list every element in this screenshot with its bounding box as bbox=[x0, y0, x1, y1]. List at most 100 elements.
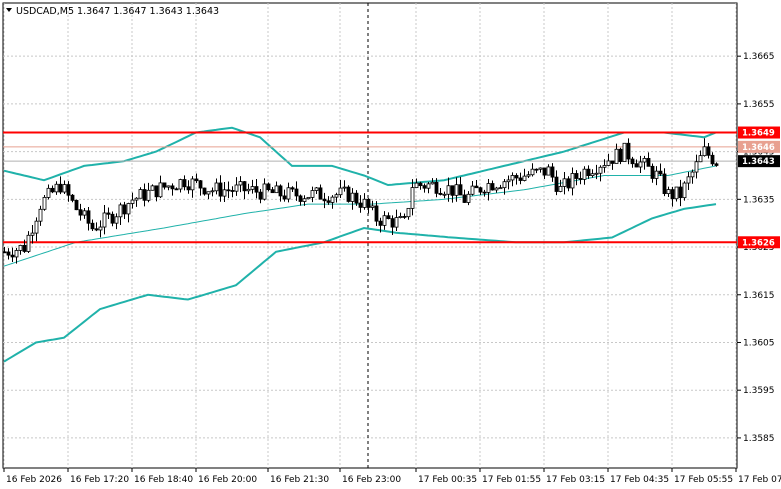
plot-area bbox=[2, 2, 738, 469]
x-tick-label: 17 Feb 07:15 bbox=[738, 475, 781, 485]
x-tick-label: 16 Feb 18:40 bbox=[134, 475, 193, 485]
candle-body bbox=[350, 192, 355, 202]
candle-body bbox=[62, 184, 67, 193]
candle-body bbox=[690, 171, 695, 178]
candle-body bbox=[42, 197, 47, 210]
symbol-header: USDCAD,M5 1.3647 1.3647 1.3643 1.3643 bbox=[16, 6, 219, 17]
x-tick-label: 17 Feb 00:35 bbox=[418, 475, 477, 485]
candle-body bbox=[694, 161, 699, 173]
candle-body bbox=[166, 185, 171, 188]
candle-body bbox=[430, 181, 435, 185]
candle-body bbox=[634, 163, 639, 168]
candle-body bbox=[414, 182, 419, 188]
candle-body bbox=[122, 204, 127, 215]
candle-body bbox=[454, 184, 459, 196]
x-tick-label: 17 Feb 04:35 bbox=[610, 475, 669, 485]
candle-body bbox=[194, 178, 199, 182]
candle-body bbox=[386, 215, 391, 220]
candle-body bbox=[218, 182, 223, 197]
candle-body bbox=[546, 166, 551, 176]
candle-body bbox=[22, 244, 27, 252]
candle-body bbox=[230, 190, 235, 192]
candle-body bbox=[518, 177, 523, 181]
candle-body bbox=[398, 216, 403, 218]
candle-body bbox=[46, 187, 51, 198]
candle-body bbox=[638, 161, 643, 168]
candle-body bbox=[390, 218, 395, 228]
candle-body bbox=[330, 196, 335, 203]
candle-body bbox=[382, 215, 387, 226]
candle-body bbox=[686, 176, 691, 184]
x-tick-label: 16 Feb 23:00 bbox=[342, 475, 401, 485]
candle-body bbox=[550, 166, 555, 178]
y-tick-label: 1.3635 bbox=[743, 195, 775, 205]
candle-body bbox=[422, 185, 427, 189]
candle-body bbox=[706, 146, 711, 156]
candle-body bbox=[630, 158, 635, 165]
candle-body bbox=[586, 168, 591, 177]
candle-body bbox=[406, 207, 411, 218]
candle-body bbox=[466, 193, 471, 203]
y-tick-label: 1.3665 bbox=[743, 52, 775, 62]
level-tag: 1.3649 bbox=[742, 129, 775, 139]
candle-body bbox=[310, 190, 315, 198]
candle-body bbox=[478, 187, 483, 193]
candle-body bbox=[530, 168, 535, 176]
candle-body bbox=[378, 220, 383, 226]
candle-body bbox=[138, 189, 143, 199]
x-tick-label: 16 Feb 17:20 bbox=[70, 475, 129, 485]
candle-body bbox=[598, 166, 603, 174]
y-tick-label: 1.3615 bbox=[743, 291, 775, 301]
candle-body bbox=[38, 208, 43, 222]
candle-body bbox=[198, 180, 203, 189]
candle-body bbox=[18, 244, 23, 251]
price-chart[interactable]: 1.36651.36551.36451.36351.36251.36151.36… bbox=[0, 0, 781, 489]
candle-body bbox=[290, 187, 295, 190]
candle-body bbox=[266, 183, 271, 191]
candle-body bbox=[82, 210, 87, 216]
candle-body bbox=[262, 183, 267, 200]
candle-body bbox=[594, 172, 599, 175]
candle-body bbox=[146, 189, 151, 201]
x-tick-label: 17 Feb 01:55 bbox=[482, 475, 541, 485]
candle-body bbox=[610, 160, 615, 164]
candle-body bbox=[142, 189, 147, 201]
candle-body bbox=[6, 251, 11, 256]
candle-body bbox=[654, 170, 659, 179]
current-price-tag: 1.3643 bbox=[742, 157, 775, 167]
x-tick-label: 16 Feb 2026 bbox=[6, 475, 62, 485]
candle-body bbox=[470, 185, 475, 195]
candle-body bbox=[90, 222, 95, 230]
candle-body bbox=[434, 181, 439, 194]
candle-body bbox=[26, 234, 31, 252]
candle-body bbox=[526, 174, 531, 177]
candle-body bbox=[298, 195, 303, 202]
candle-body bbox=[570, 173, 575, 189]
candle-body bbox=[114, 216, 119, 224]
candle-body bbox=[486, 183, 491, 193]
candle-body bbox=[134, 197, 139, 201]
candle-body bbox=[502, 181, 507, 189]
level-tag: 1.3646 bbox=[742, 143, 775, 153]
candle-body bbox=[202, 187, 207, 195]
candle-body bbox=[542, 167, 547, 176]
candle-body bbox=[362, 198, 367, 208]
candle-body bbox=[342, 186, 347, 189]
candle-body bbox=[78, 209, 83, 216]
candle-body bbox=[450, 185, 455, 196]
candle-body bbox=[150, 185, 155, 191]
y-tick-label: 1.3655 bbox=[743, 100, 775, 110]
price-tags: 1.3649 1.3626 1.3646 1.3643 bbox=[738, 126, 780, 249]
candle-body bbox=[566, 178, 571, 189]
candle-body bbox=[462, 194, 467, 203]
candle-body bbox=[578, 178, 583, 180]
candle-body bbox=[278, 185, 283, 197]
candle-body bbox=[642, 158, 647, 163]
candle-body bbox=[402, 216, 407, 218]
candle-body bbox=[446, 185, 451, 195]
candle-body bbox=[442, 193, 447, 196]
candle-body bbox=[74, 199, 79, 211]
candle-body bbox=[34, 220, 39, 234]
candle-body bbox=[354, 192, 359, 204]
candle-body bbox=[110, 213, 115, 224]
